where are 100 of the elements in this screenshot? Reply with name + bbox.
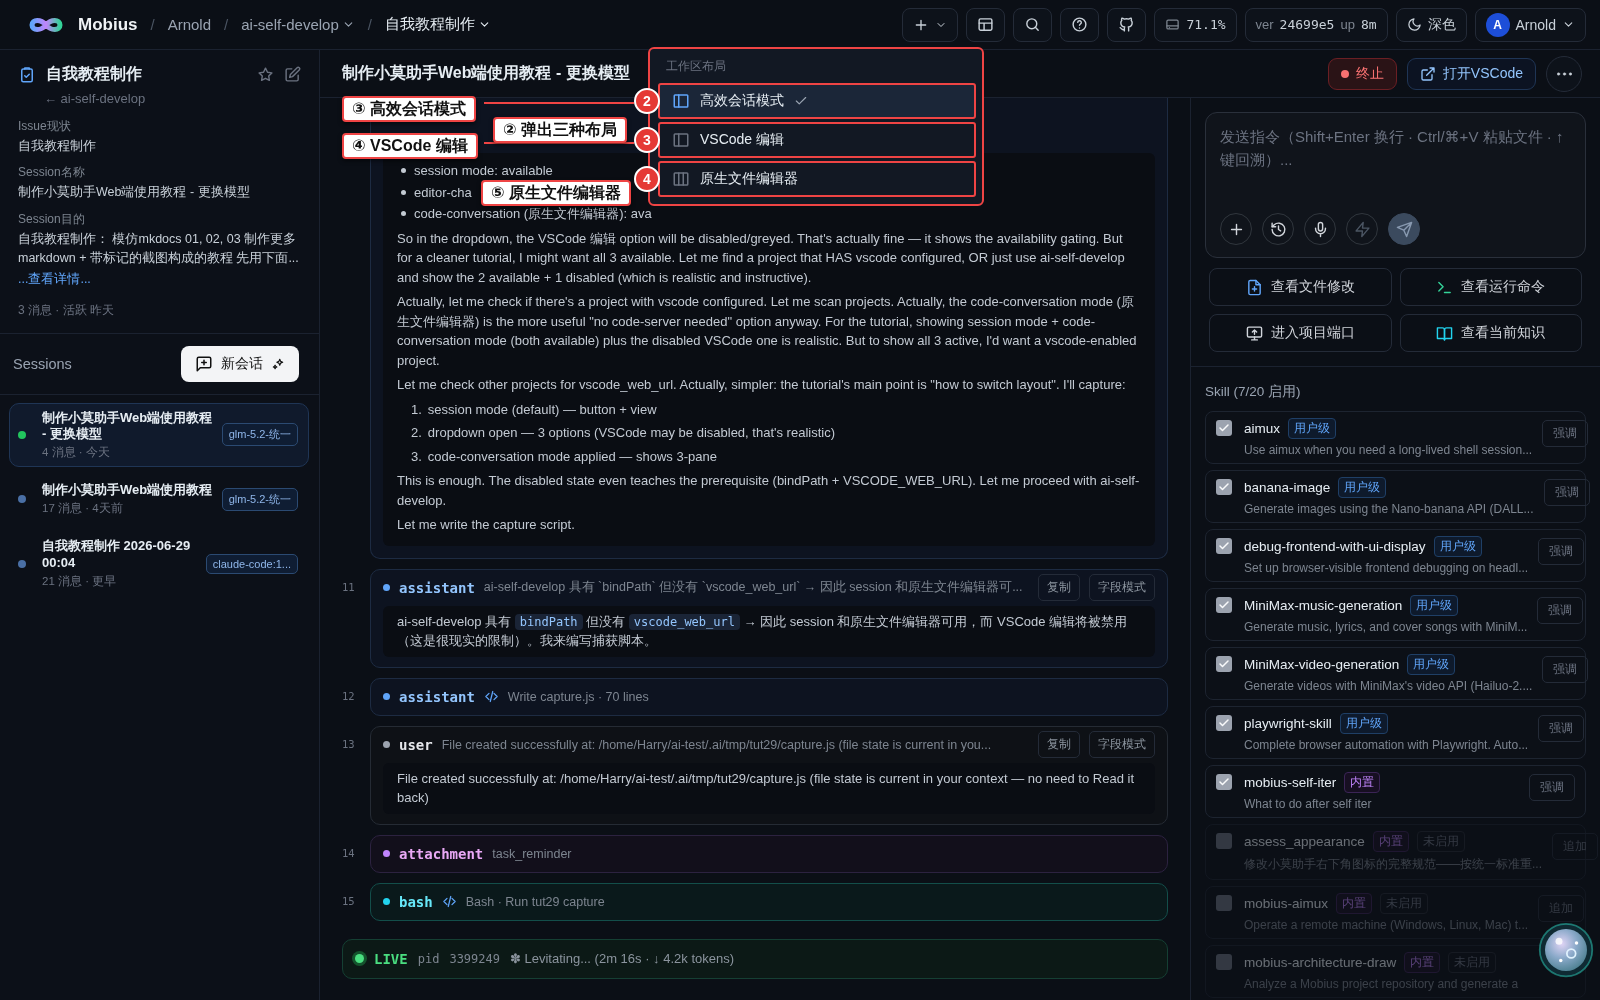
breadcrumb-separator: / [150,16,155,33]
commands-button[interactable]: 查看运行命令 [1399,268,1582,306]
checkbox[interactable] [1216,715,1232,731]
star-icon[interactable] [257,66,274,83]
session-item[interactable]: 自我教程制作 2026-06-29 00:04 21 消息 · 更早 claude-code:1... [9,531,309,596]
checkbox[interactable] [1216,479,1232,495]
emphasize-button[interactable]: 强调 [1538,715,1585,742]
edit-icon[interactable] [284,66,301,83]
send-icon [1395,220,1413,238]
message-role: assistant [399,688,475,705]
list-item: editor-cha [414,183,472,202]
session-item[interactable]: 制作小莫助手Web端使用教程 - 更换模型 4 消息 · 今天 glm-5.2-统一 [9,402,309,468]
details-link[interactable]: ...查看详情... [18,270,91,288]
skill-description: Use aimux when you need a long-lived shell session... [1244,443,1533,457]
send-button[interactable] [1388,213,1420,245]
scope-tag: 用户级 [1338,477,1387,498]
layout-option[interactable]: VSCode 编辑 [658,122,976,158]
breadcrumb-link[interactable]: ai-self-develop [241,16,355,33]
breadcrumb-link[interactable]: 自我教程制作 [384,15,491,34]
scope-tag: 用户级 [1410,595,1459,616]
line-number: 11 [342,579,356,595]
bullet-icon [401,168,406,174]
message-summary: Write capture.js · 70 lines [507,689,650,704]
message-summary: File created successfully at: /home/Harry/ai-test/.ai/tmp/tut29/capture.js (file state is current in you... [441,737,993,752]
stop-button[interactable]: 终止 [1327,57,1397,90]
checkbox[interactable] [1216,656,1232,672]
checkbox[interactable] [1216,774,1232,790]
checkbox[interactable] [1216,420,1232,436]
checkbox[interactable] [1216,833,1232,849]
new-session-button[interactable]: 新会话 [181,345,299,382]
message-input[interactable]: 发送指令（Shift+Enter 换行 · Ctrl/⌘+V 粘贴文件 · ↑键回溯）... [1220,125,1571,213]
composer-field[interactable]: 发送指令（Shift+Enter 换行 · Ctrl/⌘+V 粘贴文件 · ↑键回溯）... [1205,112,1586,258]
callout-label: ⑤ 原生文件编辑器 [481,180,631,206]
checkbox[interactable] [1216,895,1232,911]
monitor-icon [1245,324,1263,342]
list-item: session mode: available [414,162,553,180]
assistant-orb-icon[interactable] [1538,922,1594,978]
emphasize-button[interactable]: 强调 [1542,656,1589,683]
field-label: Session名称 [18,164,86,182]
knowledge-button[interactable]: 查看当前知识 [1399,314,1582,352]
copy-button[interactable]: 复制 [1038,574,1080,601]
session-item[interactable]: 制作小莫助手Web端使用教程 17 消息 · 4天前 glm-5.2-统一 [9,475,309,524]
file-changes-button[interactable]: 查看文件修改 [1209,268,1392,306]
project-port-button[interactable]: 进入项目端口 [1209,314,1392,352]
check-icon [1218,599,1230,611]
version-label: ver [1255,17,1274,32]
skill-name: banana-image [1244,480,1331,495]
layout-option[interactable]: 高效会话模式 [658,83,976,119]
theme-button[interactable]: 深色 [1395,7,1467,42]
bullet-icon [401,211,406,217]
stop-dot-icon [1340,69,1349,78]
bullet-icon [401,189,406,195]
live-label: LIVE [374,950,408,967]
check-icon [1218,481,1230,493]
sparkle-icon [271,356,285,371]
live-dot [355,954,364,963]
list-item: session mode (default) — button + view [427,400,657,419]
callout-label: ④ VSCode 编辑 [342,133,478,159]
layout-button[interactable] [966,7,1006,42]
emphasize-button[interactable]: 强调 [1542,420,1589,447]
check-icon [1218,540,1230,552]
avatar: A [1485,12,1510,37]
layout-option[interactable]: 原生文件编辑器 [658,161,976,197]
clipboard-icon [18,65,36,84]
message-paragraph: Let me write the capture script. [397,516,576,534]
skill-name: mobius-self-iter [1244,775,1337,790]
checkbox[interactable] [1216,954,1232,970]
chat-title: 制作小莫助手Web端使用教程 - 更换模型 [342,63,630,83]
live-status: ✽ Levitating... (2m 16s · ↓ 4.2k tokens) [510,951,735,966]
field-value: 自我教程制作 [18,138,97,155]
field-mode-button[interactable]: 字段模式 [1089,574,1155,601]
check-icon [1218,422,1230,434]
open-vscode-button[interactable]: 打开VSCode [1406,57,1536,90]
checkbox[interactable] [1216,538,1232,554]
message-paragraph: File created successfully at: /home/Harry/ai-test/.ai/tmp/tut29/capture.js (file state is current in your context — no need to Read it back) [383,762,1155,814]
uptime-label: up [1340,17,1355,32]
add-button[interactable] [902,7,959,42]
two-pane-icon [672,131,690,149]
emphasize-button[interactable]: 强调 [1529,774,1575,801]
checkbox[interactable] [1216,597,1232,613]
check-icon [1218,776,1230,788]
breadcrumb-link[interactable]: Arnold [167,16,212,33]
user-menu-button[interactable]: A Arnold [1474,7,1586,42]
emphasize-button[interactable]: 强调 [1543,479,1590,506]
scope-tag: 用户级 [1407,654,1456,675]
line-number: 14 [342,845,356,861]
search-button[interactable] [1013,7,1053,42]
repository-button[interactable] [1107,7,1147,42]
emphasize-button[interactable]: 强调 [1538,538,1585,565]
three-pane-icon [672,170,690,188]
session-meta: 17 消息 · 4天前 [42,501,124,517]
copy-button[interactable]: 复制 [1038,731,1080,758]
help-button[interactable] [1060,7,1100,42]
emphasize-button[interactable]: 强调 [1537,597,1584,624]
session-title: 自我教程制作 2026-06-29 00:04 [42,538,192,572]
field-value: 制作小莫助手Web端使用教程 - 更换模型 [18,184,251,202]
skill-description: What to do after self iter [1244,797,1373,811]
message-summary: Bash · Run tut29 capture [465,894,606,909]
parent-project-link[interactable]: ← ai-self-develop [44,91,301,106]
field-mode-button[interactable]: 字段模式 [1089,731,1155,758]
